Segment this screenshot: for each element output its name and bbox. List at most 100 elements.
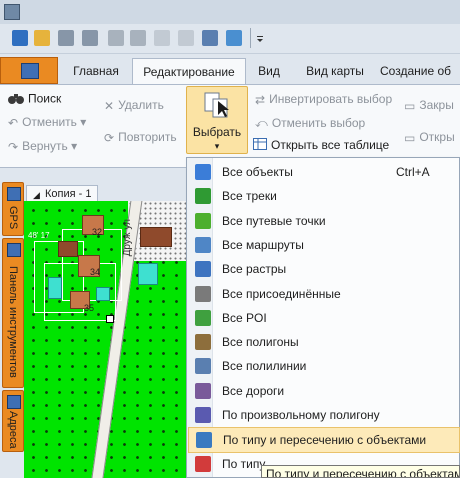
redo-icon: ↷ — [8, 139, 19, 154]
polyline-icon — [195, 358, 211, 375]
menu-item-label: Все дороги — [222, 383, 285, 398]
open-file-icon[interactable] — [12, 30, 28, 46]
house-number: 35 — [84, 303, 95, 313]
house-selected[interactable] — [96, 287, 110, 301]
tab-edit[interactable]: Редактирование — [132, 58, 246, 85]
menu-item[interactable]: Все объекты Ctrl+A — [188, 160, 458, 184]
search-button[interactable]: Поиск — [8, 91, 61, 108]
redo-qat-icon[interactable] — [130, 30, 146, 46]
menu-item-shortcut: Ctrl+A — [396, 165, 430, 179]
menu-item[interactable]: Все дороги — [188, 379, 458, 403]
road-icon — [195, 382, 211, 399]
type-flag-icon — [195, 455, 211, 472]
menu-item[interactable]: Все треки — [188, 184, 458, 208]
side-tab-addresses[interactable]: Адреса — [2, 390, 24, 452]
title-bar — [0, 0, 460, 24]
menu-item-label: Все полигоны — [222, 335, 299, 350]
house[interactable] — [58, 241, 78, 257]
poi-flag-icon — [195, 309, 211, 326]
select-icon — [204, 91, 230, 119]
table-icon — [253, 138, 267, 153]
waypoint-flag-icon — [195, 212, 211, 229]
quick-access-toolbar — [0, 24, 460, 54]
menu-item-label: По типу и пересечению с объектами — [223, 433, 427, 448]
menu-item-label: Все треки — [222, 189, 277, 204]
house-number: 34 — [90, 267, 101, 277]
qat-customize-icon[interactable] — [256, 30, 264, 46]
menu-item[interactable]: Все присоединённые — [188, 282, 458, 306]
import-qat-icon[interactable] — [202, 30, 218, 46]
side-tab-gps[interactable]: GPS — [2, 182, 24, 236]
gps-icon — [7, 187, 21, 201]
side-panel: GPS Панель инструментов Адреса — [0, 168, 24, 478]
open-table-icon: ▭ — [404, 130, 416, 145]
menu-item[interactable]: Все полилинии — [188, 354, 458, 378]
select-dropdown-menu: Все объекты Ctrl+A Все треки Все путевые то… — [186, 157, 460, 478]
tab-view[interactable]: Вид — [250, 58, 288, 84]
file-menu-button[interactable] — [0, 57, 58, 84]
tab-home[interactable]: Главная — [64, 58, 128, 84]
coord-label: 48' 17 — [28, 231, 50, 240]
dropdown-arrow-icon: ▾ — [214, 141, 220, 151]
paperclip-icon — [195, 285, 211, 302]
delete-x-icon: ✕ — [104, 98, 115, 113]
addresses-icon — [7, 395, 21, 409]
close-table-icon: ▭ — [404, 98, 416, 113]
intersect-icon — [196, 432, 212, 449]
menu-item[interactable]: Все растры — [188, 257, 458, 281]
all-objects-icon — [195, 164, 211, 180]
menu-item-label: Все присоединённые — [222, 286, 341, 301]
route-icon — [195, 236, 211, 253]
print-icon[interactable] — [82, 30, 98, 46]
menu-item-label: По типу — [222, 456, 266, 471]
repeat-icon: ⟳ — [104, 130, 115, 145]
copy-qat-icon[interactable] — [154, 30, 170, 46]
menu-item-label: Все путевые точки — [222, 213, 326, 228]
close-button[interactable]: ▭ Закры — [404, 98, 454, 113]
menu-item[interactable]: Все полигоны — [188, 330, 458, 354]
menu-item-label: По произвольному полигону — [222, 408, 380, 422]
open-button[interactable]: ▭ Откры — [404, 130, 455, 145]
toolbar-panel-icon — [7, 243, 21, 257]
selection-handle[interactable] — [106, 315, 114, 323]
menu-item[interactable]: Все POI — [188, 306, 458, 330]
cancel-selection-button[interactable]: ⤺ Отменить выбор — [255, 116, 365, 131]
tab-map-view[interactable]: Вид карты — [298, 58, 372, 84]
tooltip: По типу и пересечению с объектам — [261, 465, 460, 478]
house[interactable] — [140, 227, 172, 247]
app-icon[interactable] — [4, 4, 20, 20]
folder-icon[interactable] — [34, 30, 50, 46]
custom-polygon-icon — [195, 407, 211, 423]
repeat-button[interactable]: ⟳ Повторить — [104, 130, 177, 145]
undo-qat-icon[interactable] — [108, 30, 124, 46]
save-icon[interactable] — [58, 30, 74, 46]
select-dropdown-button[interactable]: Выбрать ▾ — [186, 86, 248, 154]
menu-item[interactable]: Все маршруты — [188, 233, 458, 257]
side-tab-toolbar-panel[interactable]: Панель инструментов — [2, 238, 24, 388]
cancel-selection-icon: ⤺ — [255, 116, 268, 131]
menu-item[interactable]: Все путевые точки — [188, 209, 458, 233]
house-selected[interactable] — [138, 263, 158, 285]
gps-qat-icon[interactable] — [226, 30, 242, 46]
binoculars-icon — [8, 91, 24, 108]
undo-button[interactable]: ↶ Отменить ▾ — [8, 115, 86, 130]
menu-item-label: Все растры — [222, 262, 287, 277]
menu-item[interactable]: По произвольному полигону — [188, 403, 458, 427]
menu-item-label: Все объекты — [222, 165, 293, 179]
redo-button[interactable]: ↷ Вернуть ▾ — [8, 139, 77, 154]
track-icon — [195, 188, 211, 205]
raster-icon — [195, 261, 211, 278]
tab-create[interactable]: Создание об — [380, 58, 460, 84]
open-all-table-button[interactable]: Открыть все таблице — [253, 138, 389, 153]
menu-item-label: Все полилинии — [222, 359, 307, 374]
menu-item-label: Все POI — [222, 310, 267, 325]
street-label: Друж ул — [122, 219, 133, 257]
invert-selection-button[interactable]: ⇄ Инвертировать выбор — [255, 92, 392, 107]
paste-qat-icon[interactable] — [178, 30, 194, 46]
map-view[interactable]: Друж ул 32 34 35 48' 17 — [24, 201, 188, 478]
menu-item[interactable]: По типу и пересечению с объектами — [188, 427, 460, 454]
polygon-icon — [195, 334, 211, 351]
delete-button[interactable]: ✕ Удалить — [104, 98, 164, 113]
invert-icon: ⇄ — [255, 92, 266, 107]
house-selected[interactable] — [48, 277, 62, 299]
